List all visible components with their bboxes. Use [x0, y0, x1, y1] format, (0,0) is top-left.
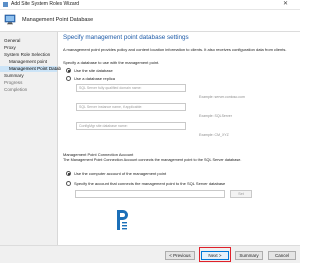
use-database-replica-label: Use a database replica	[74, 76, 115, 81]
nav-item-system-role-selection[interactable]: System Role Selection	[0, 52, 57, 58]
wizard-footer: < Previous Next > Summary Cancel	[0, 245, 300, 263]
computer-account-radio[interactable]	[66, 171, 71, 176]
close-icon[interactable]: ✕	[281, 0, 290, 9]
next-button-highlight	[199, 247, 231, 262]
wizard-header: Management Point Database	[0, 10, 300, 32]
brand-logo-icon	[117, 210, 128, 230]
nav-item-proxy[interactable]: Proxy	[0, 45, 57, 51]
summary-button[interactable]: Summary	[235, 251, 263, 260]
header-title: Management Point Database	[22, 17, 94, 23]
sql-instance-name-example: Example: SQLServer	[199, 114, 232, 118]
wizard-content: Specify management point database settin…	[58, 32, 300, 245]
wizard-nav: General Proxy System Role Selection Mana…	[0, 32, 61, 245]
previous-button[interactable]: < Previous	[165, 251, 195, 260]
computer-icon	[4, 14, 16, 25]
specify-account-radio[interactable]	[66, 181, 71, 186]
nav-item-progress: Progress	[4, 80, 23, 85]
computer-account-label: Use the computer account of the manageme…	[74, 171, 167, 176]
database-step-label: Specify a database to use with the manag…	[63, 60, 160, 65]
page-description: A management point provides policy and c…	[63, 47, 287, 52]
set-account-button[interactable]: Set	[230, 190, 252, 198]
nav-item-management-point[interactable]: Management point	[0, 59, 57, 65]
wizard-window: Add Site System Roles Wizard ✕ Managemen…	[0, 0, 300, 263]
site-database-name-field[interactable]: ConfigMgr site database name:	[76, 122, 186, 130]
sql-instance-name-field[interactable]: SQL Server instance name, if applicable:	[76, 103, 186, 111]
nav-item-management-point-database[interactable]: Management Point Datab	[0, 66, 61, 72]
nav-item-general[interactable]: General	[0, 38, 57, 44]
sql-server-fqdn-field[interactable]: SQL Server fully qualified domain name:	[76, 84, 186, 92]
specify-account-label: Specify the account that connects the ma…	[74, 181, 226, 186]
window-title: Add Site System Roles Wizard	[11, 1, 80, 7]
nav-item-summary[interactable]: Summary	[0, 73, 57, 79]
connection-account-field[interactable]	[75, 190, 225, 198]
use-site-database-radio[interactable]	[66, 68, 71, 73]
site-database-name-example: Example: CM_XYZ	[199, 133, 229, 137]
app-icon	[3, 2, 8, 7]
sql-server-fqdn-example: Example: server.contoso.com	[199, 95, 245, 99]
use-database-replica-radio[interactable]	[66, 76, 71, 81]
page-title: Specify management point database settin…	[63, 34, 189, 41]
connection-account-description: The Management Point Connection Account …	[63, 158, 242, 162]
nav-item-completion: Completion	[4, 87, 28, 92]
use-site-database-label: Use the site database	[74, 68, 113, 73]
connection-account-heading: Management Point Connection Account	[63, 152, 134, 157]
title-bar: Add Site System Roles Wizard ✕	[0, 0, 300, 10]
cancel-button[interactable]: Cancel	[268, 251, 296, 260]
